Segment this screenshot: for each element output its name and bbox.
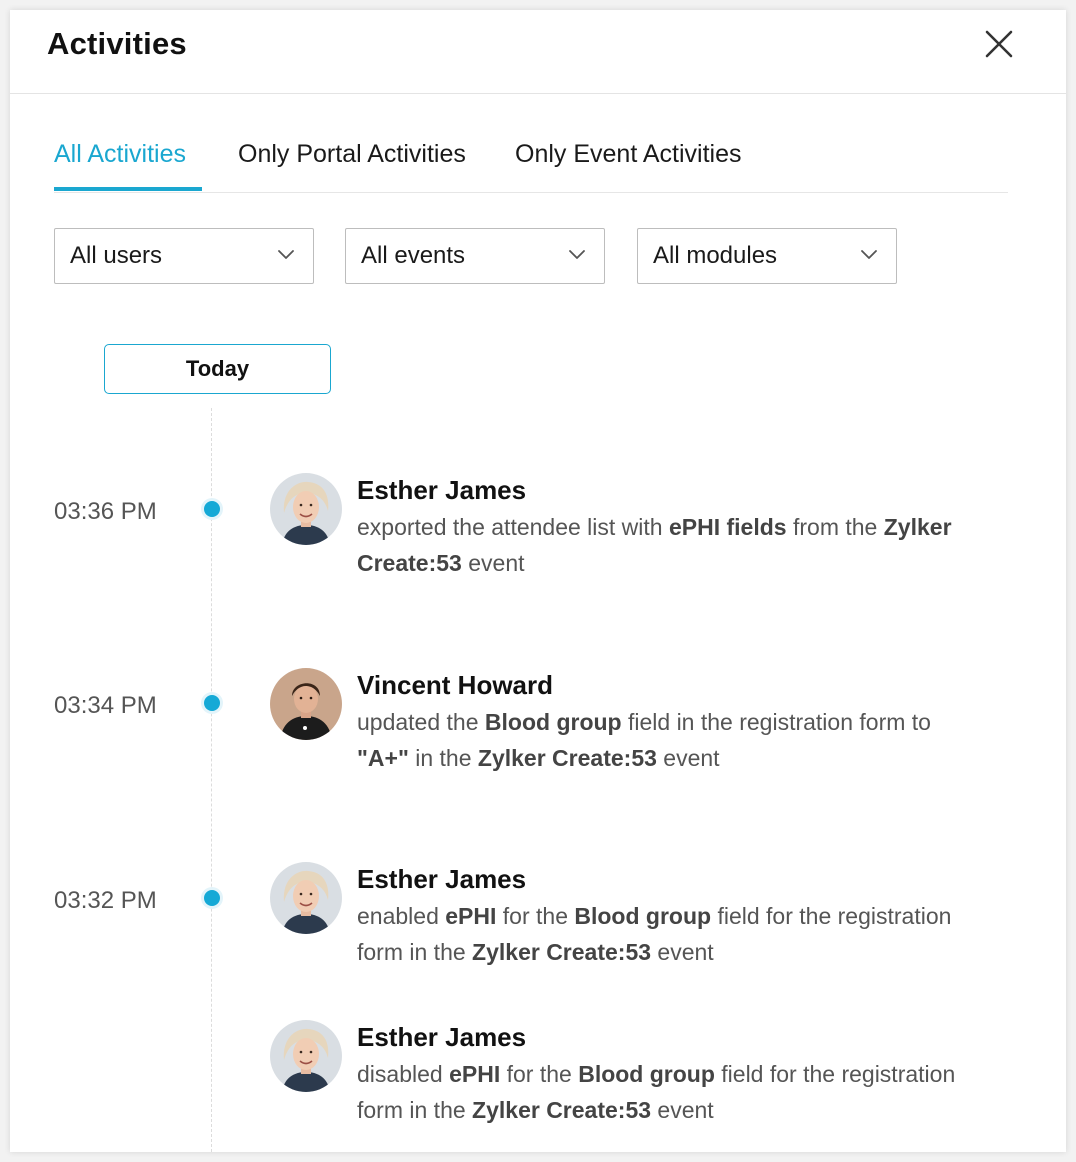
timeline-dot — [204, 695, 220, 711]
chevron-down-icon — [569, 250, 585, 259]
activity-user-name: Esther James — [357, 864, 527, 894]
activity-time: 03:34 PM — [54, 692, 157, 719]
activity-text: updated the — [357, 709, 485, 735]
activity-text: field in the registration form to — [621, 709, 931, 735]
activity-highlight-text: Blood group — [484, 709, 622, 735]
timeline-dot — [204, 501, 220, 517]
tab-only-event-activities[interactable]: Only Event Activities — [515, 140, 741, 169]
activity-text: event — [656, 745, 720, 771]
timeline-dot — [204, 890, 220, 906]
chevron-down-icon — [278, 250, 294, 259]
activity-description: disabled ePHI for the Blood group field … — [357, 1056, 957, 1128]
activity-highlight-text: ePHI — [445, 903, 497, 929]
activity-description: enabled ePHI for the Blood group field f… — [357, 898, 957, 970]
tab-bar: All Activities Only Portal Activities On… — [54, 136, 1008, 193]
activity-user-name: Esther James — [357, 1022, 527, 1052]
activity-time: 03:36 PM — [54, 498, 157, 525]
activity-text: from the — [786, 514, 884, 540]
activity-highlight-text: ePHI — [449, 1061, 501, 1087]
activity-user-name: Vincent Howard — [357, 670, 554, 700]
activity-highlight-text: Zylker Create:53 — [477, 745, 657, 771]
activity-time: 03:32 PM — [54, 887, 157, 914]
close-button[interactable] — [982, 27, 1016, 61]
activity-text: in the — [408, 745, 478, 771]
activity-highlight-text: "A+" — [357, 745, 409, 771]
events-filter-dropdown[interactable]: All events — [345, 228, 605, 284]
activity-text: event — [651, 1097, 714, 1123]
user-avatar[interactable] — [270, 473, 342, 545]
user-avatar[interactable] — [270, 668, 342, 740]
activity-description: exported the attendee list with ePHI fie… — [357, 509, 957, 581]
user-avatar[interactable] — [270, 1020, 342, 1092]
activity-text: enabled — [357, 903, 446, 929]
activity-text: disabled — [357, 1061, 450, 1087]
user-avatar-vincent-icon — [270, 668, 342, 740]
activity-text: for the — [500, 1061, 579, 1087]
activity-user-name: Esther James — [357, 475, 527, 505]
activity-text: event — [461, 550, 525, 576]
page-title: Activities — [47, 26, 187, 61]
activity-highlight-text: ePHI fields — [668, 514, 787, 540]
activity-text: for the — [496, 903, 575, 929]
activity-highlight-text: Zylker Create:53 — [472, 1097, 652, 1123]
activity-text: event — [651, 939, 714, 965]
panel-header: Activities — [10, 10, 1066, 94]
tab-only-portal-activities[interactable]: Only Portal Activities — [238, 140, 466, 169]
modules-filter-label: All modules — [653, 242, 778, 269]
activities-panel: Activities All Activities Only Portal Ac… — [10, 10, 1066, 1152]
tab-all-activities[interactable]: All Activities — [54, 140, 186, 169]
activity-highlight-text: Zylker Create:53 — [472, 939, 652, 965]
user-avatar-esther-icon — [270, 1020, 342, 1092]
user-avatar[interactable] — [270, 862, 342, 934]
close-icon — [985, 30, 1013, 58]
active-tab-indicator — [54, 187, 202, 191]
users-filter-label: All users — [70, 242, 163, 269]
activity-highlight-text: Blood group — [574, 903, 712, 929]
activity-highlight-text: Blood group — [578, 1061, 715, 1087]
chevron-down-icon — [861, 250, 877, 259]
user-avatar-esther-icon — [270, 862, 342, 934]
activity-text: exported the attendee list with — [357, 514, 669, 540]
modules-filter-dropdown[interactable]: All modules — [637, 228, 897, 284]
user-avatar-esther-icon — [270, 473, 342, 545]
users-filter-dropdown[interactable]: All users — [54, 228, 314, 284]
today-date-button[interactable]: Today — [104, 344, 331, 394]
events-filter-label: All events — [361, 242, 466, 269]
activity-description: updated the Blood group field in the reg… — [357, 704, 957, 776]
timeline-line — [211, 408, 212, 1152]
